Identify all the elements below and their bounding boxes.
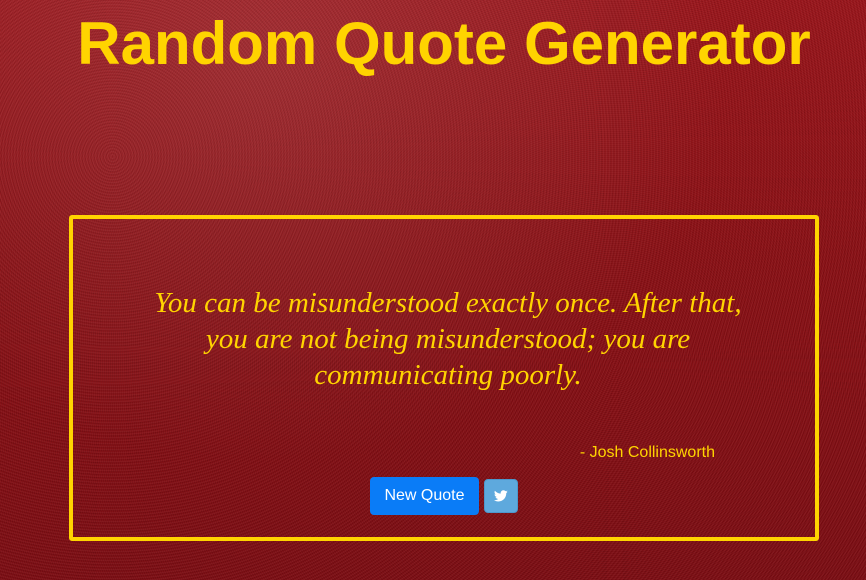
quote-box: You can be misunderstood exactly once. A… bbox=[69, 215, 819, 541]
quote-author: - Josh Collinsworth bbox=[579, 444, 715, 461]
quote-text: You can be misunderstood exactly once. A… bbox=[154, 287, 742, 391]
page-title: Random Quote Generator bbox=[77, 10, 811, 77]
new-quote-button[interactable]: New Quote bbox=[370, 477, 479, 515]
twitter-icon bbox=[493, 490, 508, 502]
tweet-button[interactable] bbox=[483, 479, 518, 513]
quote-actions: New Quote bbox=[73, 477, 815, 515]
